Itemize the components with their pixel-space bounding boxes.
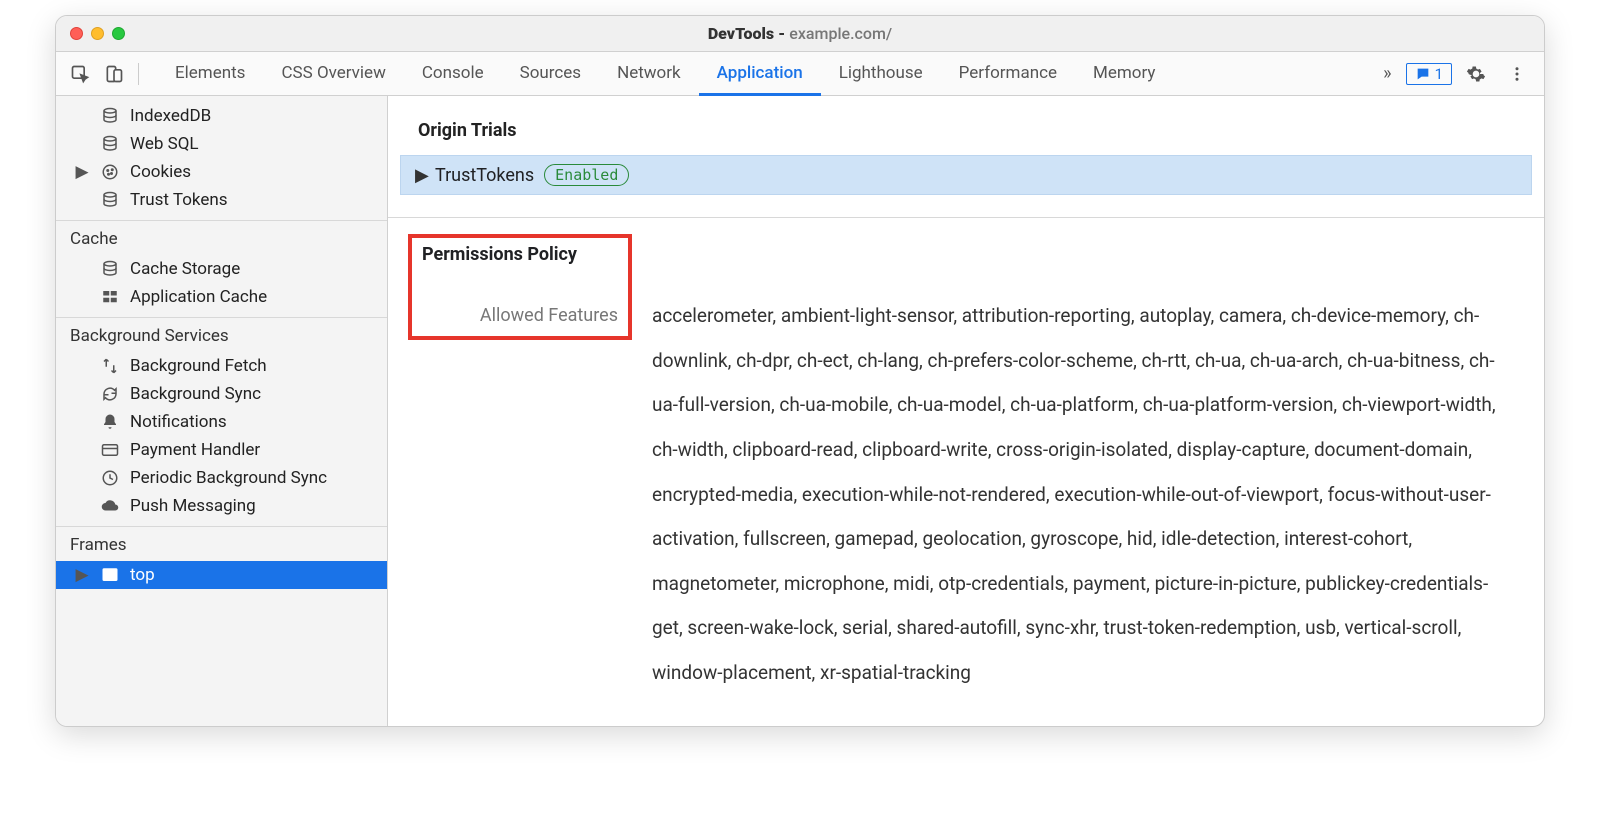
close-window-button[interactable] [70,27,83,40]
expand-caret-icon[interactable]: ▶ [415,165,429,186]
sidebar-item-label: Background Sync [130,384,261,404]
sidebar-item-label: Cookies [130,162,191,182]
frame-icon [100,565,120,585]
inspect-element-icon[interactable] [66,60,94,88]
origin-trials-heading: Origin Trials [388,110,1544,155]
sidebar-section-frames: Frames [56,526,387,561]
sidebar-item-cookies[interactable]: ▶ Cookies [56,158,387,186]
clock-icon [100,468,120,488]
tab-network[interactable]: Network [599,53,699,96]
trial-name: TrustTokens [435,165,534,186]
permissions-policy-heading: Permissions Policy [412,244,618,265]
more-tabs-chevron-icon[interactable]: » [1375,63,1399,84]
sidebar-item-label: Background Fetch [130,356,267,376]
sidebar-item-background-sync[interactable]: ▶ Background Sync [56,380,387,408]
sidebar-item-label: Push Messaging [130,496,256,516]
maximize-window-button[interactable] [112,27,125,40]
bell-icon [100,412,120,432]
allowed-features-list: accelerometer, ambient-light-sensor, att… [652,234,1514,696]
issues-count: 1 [1435,65,1443,83]
tab-memory[interactable]: Memory [1075,53,1173,96]
tab-application[interactable]: Application [699,53,821,96]
sidebar-item-payment-handler[interactable]: ▶ Payment Handler [56,436,387,464]
database-icon [100,134,120,154]
sidebar-item-label: Application Cache [130,287,267,307]
sidebar-item-push-messaging[interactable]: ▶ Push Messaging [56,492,387,520]
allowed-features-label: Allowed Features [412,305,618,326]
traffic-lights [70,27,125,40]
device-toggle-icon[interactable] [100,60,128,88]
sidebar-item-label: Payment Handler [130,440,260,460]
database-icon [100,259,120,279]
sidebar-item-label: Web SQL [130,134,199,154]
sidebar-item-background-fetch[interactable]: ▶ Background Fetch [56,352,387,380]
database-icon [100,190,120,210]
minimize-window-button[interactable] [91,27,104,40]
sidebar-section-cache: Cache [56,220,387,255]
kebab-menu-icon[interactable] [1500,65,1534,83]
origin-trial-row[interactable]: ▶ TrustTokens Enabled [400,155,1532,195]
tab-lighthouse[interactable]: Lighthouse [821,53,941,96]
settings-gear-icon[interactable] [1458,64,1494,84]
window-title-url: example.com/ [789,24,892,43]
sidebar-item-label: top [130,565,155,585]
trial-status-pill: Enabled [544,164,629,186]
sidebar-item-label: Periodic Background Sync [130,468,327,488]
titlebar: DevTools - example.com/ [56,16,1544,52]
window-title: DevTools - example.com/ [68,24,1532,43]
permissions-policy-block: Permissions Policy Allowed Features acce… [388,218,1544,696]
sidebar-item-cache-storage[interactable]: ▶ Cache Storage [56,255,387,283]
main-panel: Origin Trials ▶ TrustTokens Enabled Perm… [388,96,1544,726]
tab-console[interactable]: Console [404,53,502,96]
expand-caret-icon[interactable]: ▶ [74,162,90,182]
database-icon [100,106,120,126]
sidebar-item-label: Trust Tokens [130,190,228,210]
sidebar-item-label: Cache Storage [130,259,240,279]
toolbar: Elements CSS Overview Console Sources Ne… [56,52,1544,96]
tab-sources[interactable]: Sources [502,53,599,96]
grid-icon [100,287,120,307]
card-icon [100,440,120,460]
sidebar-item-websql[interactable]: ▶ Web SQL [56,130,387,158]
tab-performance[interactable]: Performance [941,53,1075,96]
sidebar-item-application-cache[interactable]: ▶ Application Cache [56,283,387,311]
content-area: ▶ IndexedDB ▶ Web SQL ▶ Cookies ▶ Trust … [56,96,1544,726]
highlight-box: Permissions Policy Allowed Features [408,234,632,340]
sync-icon [100,384,120,404]
panel-tabs: Elements CSS Overview Console Sources Ne… [157,52,1173,95]
cloud-icon [100,496,120,516]
sidebar-item-label: Notifications [130,412,227,432]
tab-css-overview[interactable]: CSS Overview [263,53,403,96]
window-title-prefix: DevTools - [708,24,789,43]
cookie-icon [100,162,120,182]
sidebar-item-indexeddb[interactable]: ▶ IndexedDB [56,102,387,130]
issues-badge[interactable]: 1 [1406,63,1452,85]
toolbar-divider [138,63,139,85]
sidebar-section-bgservices: Background Services [56,317,387,352]
sidebar-item-periodic-sync[interactable]: ▶ Periodic Background Sync [56,464,387,492]
fetch-icon [100,356,120,376]
application-sidebar: ▶ IndexedDB ▶ Web SQL ▶ Cookies ▶ Trust … [56,96,388,726]
sidebar-item-notifications[interactable]: ▶ Notifications [56,408,387,436]
tab-elements[interactable]: Elements [157,53,263,96]
sidebar-item-trust-tokens[interactable]: ▶ Trust Tokens [56,186,387,214]
sidebar-item-frame-top[interactable]: ▶ top [56,561,387,589]
sidebar-item-label: IndexedDB [130,106,211,126]
expand-caret-icon[interactable]: ▶ [74,565,90,585]
devtools-window: DevTools - example.com/ Elements CSS Ove… [55,15,1545,727]
